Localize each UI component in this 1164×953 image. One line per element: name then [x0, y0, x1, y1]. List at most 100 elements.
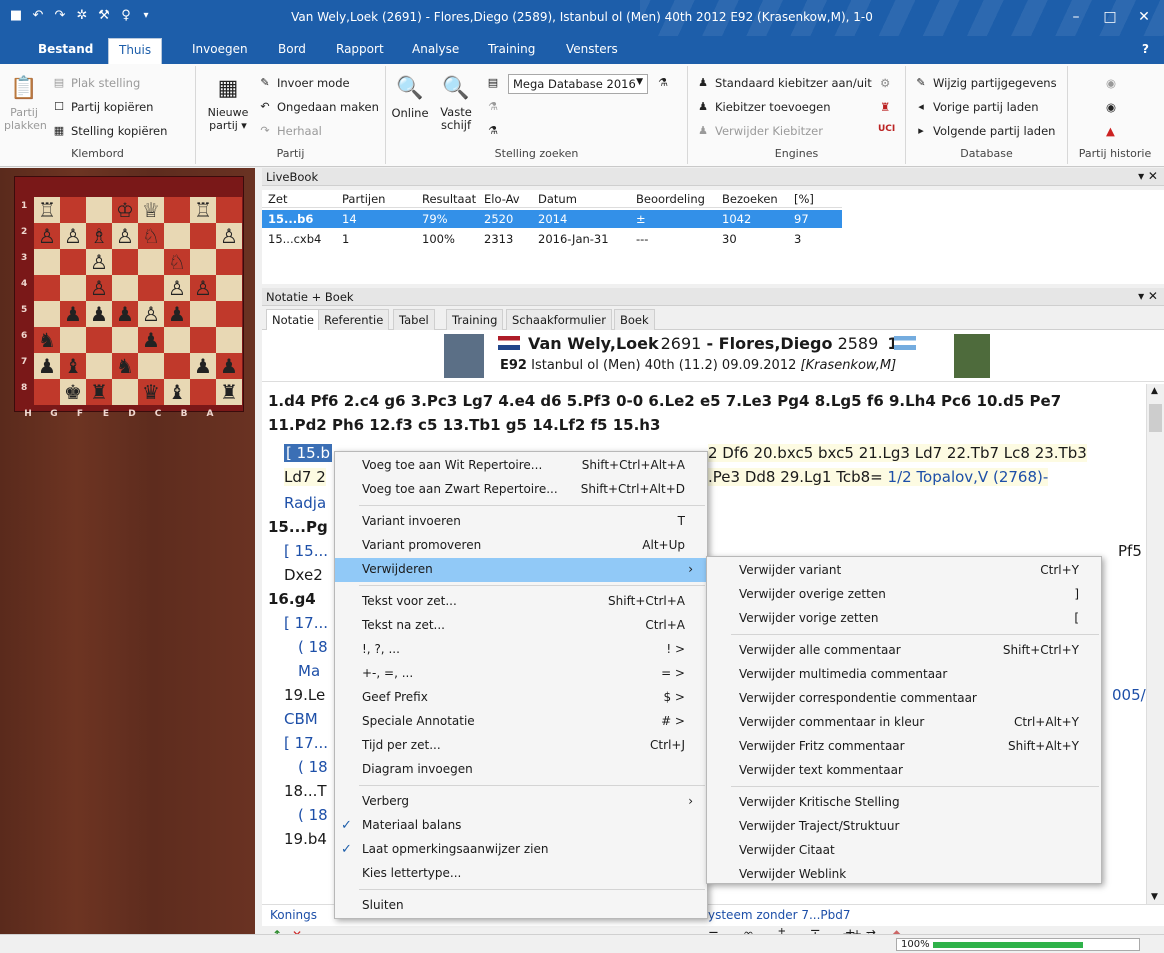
board-square[interactable]: ♔ [112, 197, 138, 223]
board-square[interactable] [112, 275, 138, 301]
chessboard[interactable]: ♖ ♔ ♕ ♖ ♙ ♙ ♗ ♙ ♘ ♙ ♙ ♘ ♙ ♙ ♙ ♟ ♟ ♟ ♙ ♟ ♞ ♟ ♟ ♝ ♞ ♟ ♟ ♚ ♜ ♛ ♝ ♜ [34, 197, 242, 405]
tab-bord[interactable]: Bord [278, 42, 306, 56]
variation-line[interactable]: [ 15... [284, 542, 328, 560]
selected-move[interactable]: [ 15.b [284, 444, 332, 462]
menu-item-show-comment-pointer[interactable]: ✓ Laat opmerkingsaanwijzer zien [335, 838, 707, 862]
board-square[interactable]: ♟ [216, 353, 242, 379]
board-square[interactable] [190, 223, 216, 249]
menu-item-delete-previous-moves[interactable]: Verwijder vorige zetten[ [707, 607, 1101, 631]
board-square[interactable]: ♝ [60, 353, 86, 379]
close-icon[interactable]: ✕ [1130, 6, 1158, 28]
reference-link[interactable]: 005/ [1112, 686, 1146, 704]
menu-item-promote-variation[interactable]: Variant promoveren Alt+Up [335, 534, 707, 558]
board-square[interactable] [216, 301, 242, 327]
variation-line[interactable]: 2 Df6 20.bxc5 bxc5 21.Lg3 Ld7 22.Tb7 Lc8… [708, 444, 1087, 462]
tab-boek[interactable]: Boek [614, 309, 655, 330]
board-square[interactable]: ♘ [138, 223, 164, 249]
board-square[interactable]: ♙ [86, 249, 112, 275]
board-square[interactable] [216, 249, 242, 275]
col-resultaat[interactable]: Resultaat [422, 192, 476, 206]
menu-item-delete[interactable]: Verwijderen › [335, 558, 707, 582]
copy-position-button[interactable]: ▦ Stelling kopiëren [52, 124, 168, 138]
board-square[interactable]: ♕ [138, 197, 164, 223]
panel-menu-icon[interactable]: ▾ ✕ [1138, 169, 1158, 183]
minimize-icon[interactable]: – [1062, 6, 1090, 28]
table-row[interactable]: 15...b6 14 79% 2520 2014 ± 1042 97 [262, 210, 842, 228]
mainline[interactable]: 16.g4 [268, 590, 316, 608]
board-square[interactable]: ♗ [86, 223, 112, 249]
variation-line[interactable]: 19.b4 [284, 830, 327, 848]
board-square[interactable] [86, 327, 112, 353]
variation-line[interactable]: ( 18 [298, 638, 328, 656]
copy-game-button[interactable]: ☐ Partij kopiëren [52, 100, 153, 114]
paste-position-button[interactable]: ▤ Plak stelling [52, 76, 140, 90]
board-square[interactable] [34, 249, 60, 275]
board-square[interactable] [138, 275, 164, 301]
menu-item-delete-weblink[interactable]: Verwijder Weblink [707, 863, 1101, 887]
menu-item-delete-color-comments[interactable]: Verwijder commentaar in kleur Ctrl+Alt+Y [707, 711, 1101, 735]
board-square[interactable]: ♛ [138, 379, 164, 405]
scroll-down-icon[interactable]: ▼ [1151, 892, 1158, 902]
previous-game-button[interactable]: ◂ Vorige partij laden [914, 100, 1038, 114]
tab-referentie[interactable]: Referentie [318, 309, 390, 330]
mainline[interactable]: 11.Pd2 Ph6 12.f3 c5 13.Tb1 g5 14.Lf2 f5 … [268, 416, 660, 434]
menu-item-delete-all-comments[interactable]: Verwijder alle commentaar Shift+Ctrl+Y [707, 639, 1101, 663]
variation-line[interactable]: Ld7 2 [284, 468, 326, 486]
board-square[interactable]: ♟ [164, 301, 190, 327]
menu-item-add-black-repertoire[interactable]: Voeg toe aan Zwart Repertoire... Shift+Ct… [335, 478, 707, 502]
tab-thuis[interactable]: Thuis [108, 38, 163, 64]
variation-line[interactable]: Pf5 [1118, 542, 1142, 560]
menu-item-prefix[interactable]: Geef Prefix $ > [335, 686, 707, 710]
board-square[interactable]: ♟ [60, 301, 86, 327]
board-square[interactable] [138, 353, 164, 379]
tab-bestand[interactable]: Bestand [38, 42, 93, 56]
board-square[interactable]: ♙ [34, 223, 60, 249]
board-square[interactable]: ♖ [190, 197, 216, 223]
tab-schaakformulier[interactable]: Schaakformulier [506, 309, 612, 330]
engine-settings-icon[interactable]: ⚙ [880, 76, 890, 90]
history-list-icon[interactable]: ▲ [1106, 124, 1115, 138]
vertical-scrollbar[interactable]: ▲ ▼ [1146, 384, 1164, 904]
board-square[interactable] [86, 197, 112, 223]
mainline[interactable]: 15...Pg [268, 518, 328, 536]
board-square[interactable] [164, 327, 190, 353]
board-square[interactable]: ♟ [86, 301, 112, 327]
variation-line[interactable]: ( 18 [298, 806, 328, 824]
search-option-2[interactable]: ⚗ [486, 124, 505, 138]
tab-invoegen[interactable]: Invoegen [192, 42, 248, 56]
col-beoordeling[interactable]: Beoordeling [636, 192, 705, 206]
board-square[interactable] [190, 301, 216, 327]
board-square[interactable] [164, 353, 190, 379]
board-square[interactable] [216, 197, 242, 223]
board-square[interactable]: ♟ [34, 353, 60, 379]
board-square[interactable]: ♙ [86, 275, 112, 301]
board-square[interactable]: ♟ [190, 353, 216, 379]
history-forward-icon[interactable]: ◉ [1106, 100, 1116, 114]
tab-notatie[interactable]: Notatie [266, 309, 320, 331]
paste-game-button[interactable]: 📋 Partij plakken [4, 74, 47, 132]
help-icon[interactable]: ? [1142, 42, 1149, 56]
col-elo[interactable]: Elo-Av [484, 192, 520, 206]
menu-item-material-balance[interactable]: ✓ Materiaal balans [335, 814, 707, 838]
variation-line[interactable]: .Pe3 Dd8 29.Lg1 Tcb8= 1/2 Topalov,V (276… [708, 468, 1049, 486]
tab-rapport[interactable]: Rapport [336, 42, 384, 56]
new-game-button[interactable]: ▦ Nieuwe partij ▾ [202, 74, 254, 132]
search-tool-icon[interactable]: ⚗ [656, 76, 675, 90]
board-square[interactable]: ♙ [60, 223, 86, 249]
tab-vensters[interactable]: Vensters [566, 42, 618, 56]
board-square[interactable] [190, 327, 216, 353]
board-square[interactable] [164, 223, 190, 249]
variation-line[interactable]: ( 18 [298, 758, 328, 776]
board-square[interactable]: ♘ [164, 249, 190, 275]
board-square[interactable] [164, 197, 190, 223]
menu-item-add-white-repertoire[interactable]: Voeg toe aan Wit Repertoire... Shift+Ctrl… [335, 454, 707, 478]
panel-menu-icon[interactable]: ▾ ✕ [1138, 289, 1158, 303]
reference-link[interactable]: CBM [284, 710, 318, 728]
menu-item-position-evaluation[interactable]: +-, =, ... = > [335, 662, 707, 686]
board-square[interactable] [34, 275, 60, 301]
col-datum[interactable]: Datum [538, 192, 577, 206]
tab-analyse[interactable]: Analyse [412, 42, 459, 56]
search-option-1[interactable]: ⚗ [486, 100, 505, 114]
variation-line[interactable]: 19.Le [284, 686, 325, 704]
menu-item-enter-variation[interactable]: Variant invoeren T [335, 510, 707, 534]
